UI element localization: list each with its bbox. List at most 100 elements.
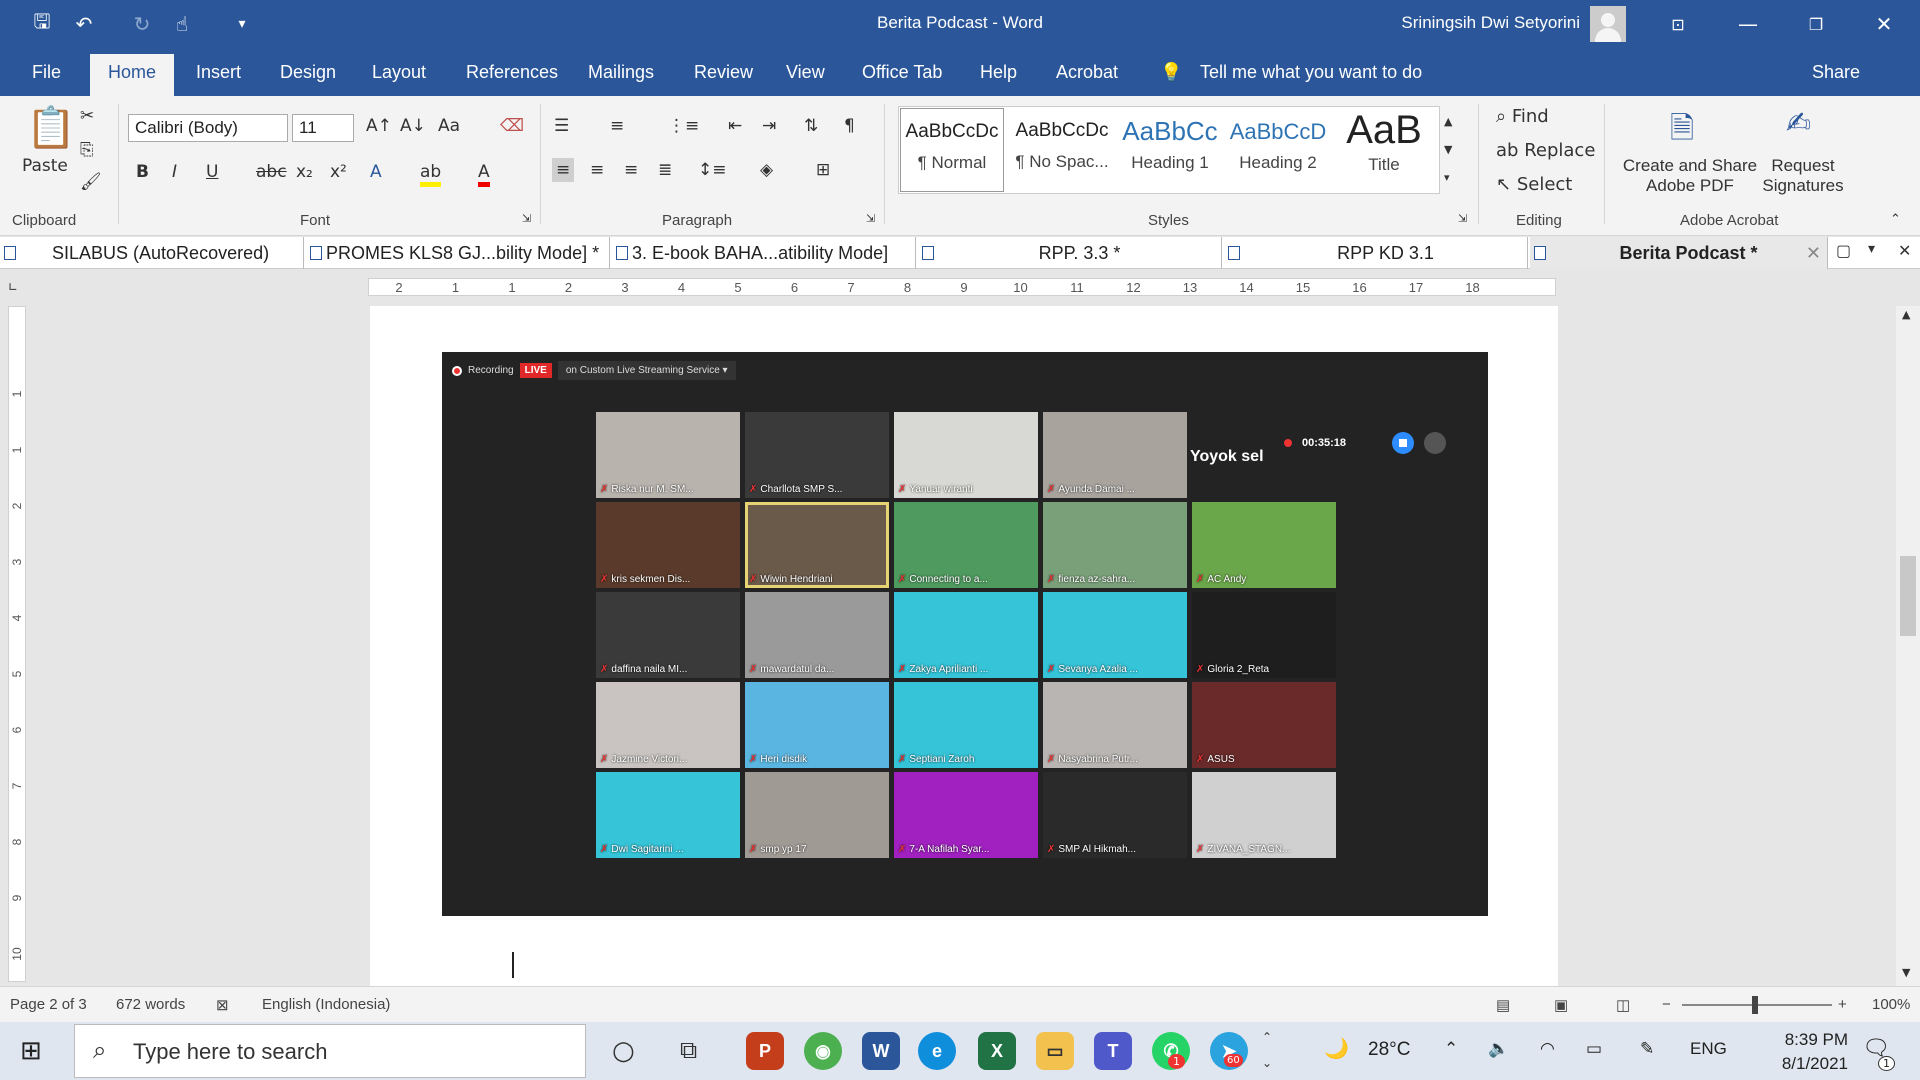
save-icon[interactable]: 🖫 <box>28 9 56 38</box>
touch-mode-icon[interactable]: ☝ <box>168 10 196 38</box>
align-center-icon[interactable]: ≡ <box>590 160 604 180</box>
increase-indent-icon[interactable]: ⇥ <box>762 116 776 136</box>
wifi-icon[interactable]: ◠ <box>1540 1039 1555 1059</box>
align-right-icon[interactable]: ≡ <box>624 160 638 180</box>
doc-tab[interactable]: SILABUS (AutoRecovered) <box>0 237 304 269</box>
highlight-icon[interactable]: ab <box>420 162 442 187</box>
tab-menu-icon[interactable]: ▾ <box>1868 241 1875 257</box>
paragraph-launcher-icon[interactable]: ⇲ <box>866 212 875 225</box>
powerpoint-icon[interactable]: P <box>746 1032 784 1070</box>
format-painter-icon[interactable]: 🖌 <box>80 172 102 192</box>
align-left-icon[interactable]: ≡ <box>552 158 575 182</box>
font-name-select[interactable]: Calibri (Body) <box>128 114 288 142</box>
show-marks-icon[interactable]: ¶ <box>844 116 855 136</box>
new-tab-icon[interactable]: ▢ <box>1836 241 1851 260</box>
tab-view[interactable]: View <box>786 62 825 83</box>
font-size-select[interactable]: 11 <box>292 114 354 142</box>
replace-button[interactable]: ab Replace <box>1496 140 1595 161</box>
doc-tab-active[interactable]: Berita Podcast * ✕ <box>1530 237 1828 269</box>
sort-icon[interactable]: ⇅ <box>804 116 818 136</box>
superscript-icon[interactable]: x² <box>330 162 347 182</box>
change-case-icon[interactable]: Aa <box>438 116 460 136</box>
collapse-ribbon-icon[interactable]: ⌃ <box>1890 212 1901 227</box>
tray-overflow-icon[interactable]: ⌃ <box>1444 1039 1458 1059</box>
style-heading-2[interactable]: AaBbCcD Heading 2 <box>1226 108 1330 192</box>
style-normal[interactable]: AaBbCcDc ¶ Normal <box>900 108 1004 192</box>
tab-acrobat[interactable]: Acrobat <box>1056 62 1118 83</box>
bullets-icon[interactable]: ☰ <box>554 116 569 136</box>
create-pdf-icon[interactable]: 🗎 <box>1670 106 1694 157</box>
tab-review[interactable]: Review <box>694 62 753 83</box>
language-status[interactable]: English (Indonesia) <box>262 996 390 1013</box>
web-layout-icon[interactable]: ◫ <box>1616 996 1630 1014</box>
create-pdf-button[interactable]: Create and Share Adobe PDF <box>1620 156 1760 196</box>
text-effects-icon[interactable]: A <box>370 162 382 182</box>
restore-icon[interactable]: ❐ <box>1784 0 1848 48</box>
clear-format-icon[interactable]: ⌫ <box>500 116 524 136</box>
pen-icon[interactable]: ✎ <box>1640 1039 1654 1059</box>
styles-launcher-icon[interactable]: ⇲ <box>1458 212 1467 225</box>
borders-icon[interactable]: ⊞ <box>816 160 830 180</box>
taskbar-scroll-icon[interactable]: ⌃ ⌄ <box>1262 1024 1272 1076</box>
tell-me-input[interactable]: Tell me what you want to do <box>1200 62 1422 83</box>
avatar[interactable] <box>1590 6 1626 42</box>
tab-mailings[interactable]: Mailings <box>588 62 654 83</box>
task-view-icon[interactable]: ⧉ <box>680 1036 697 1064</box>
horizontal-ruler[interactable]: 2 1 1 2 3 4 5 6 7 8 9 10 11 12 13 14 15 16 17 18 <box>368 278 1556 296</box>
underline-icon[interactable]: U <box>206 162 218 182</box>
tab-help[interactable]: Help <box>980 62 1017 83</box>
shading-icon[interactable]: ◈ <box>760 160 773 180</box>
scroll-thumb[interactable] <box>1900 556 1916 636</box>
request-signatures-icon[interactable]: ✍ <box>1786 106 1811 141</box>
weather-icon[interactable]: 🌙 <box>1324 1036 1349 1061</box>
teams-icon[interactable]: T <box>1094 1032 1132 1070</box>
cut-icon[interactable]: ✂ <box>80 106 94 126</box>
doc-tab[interactable]: RPP KD 3.1 <box>1224 237 1528 269</box>
request-signatures-button[interactable]: Request Signatures <box>1758 156 1848 196</box>
bold-icon[interactable]: B <box>136 162 149 182</box>
input-language[interactable]: ENG <box>1690 1039 1727 1059</box>
tab-references[interactable]: References <box>466 62 558 83</box>
font-color-icon[interactable]: A <box>478 162 490 187</box>
styles-scroll-icon[interactable]: ▲ ▼ ▾ <box>1444 108 1452 192</box>
scroll-up-icon[interactable]: ▲ <box>1902 308 1910 321</box>
customize-icon[interactable]: ▾ <box>228 10 256 38</box>
word-count[interactable]: 672 words <box>116 996 185 1013</box>
vertical-scrollbar[interactable]: ▲ ▼ <box>1896 306 1920 986</box>
search-box[interactable]: ⌕ Type here to search <box>74 1024 586 1078</box>
clipboard-icon[interactable]: 📋 <box>26 104 76 151</box>
share-button[interactable]: Share <box>1812 62 1860 83</box>
tab-insert[interactable]: Insert <box>196 62 241 83</box>
edge-icon[interactable]: e <box>918 1032 956 1070</box>
temperature[interactable]: 28°C <box>1368 1039 1410 1061</box>
zoom-level[interactable]: 100% <box>1872 996 1910 1013</box>
zoom-in-icon[interactable]: + <box>1838 996 1847 1013</box>
copy-icon[interactable]: ⎘ <box>80 140 94 160</box>
redo-icon[interactable]: ↻ <box>128 10 156 38</box>
zoom-slider[interactable] <box>1682 996 1832 1014</box>
grow-font-icon[interactable]: A↑ <box>366 116 392 136</box>
strikethrough-icon[interactable]: abc <box>256 162 287 182</box>
style-title[interactable]: AaB Title <box>1332 108 1436 192</box>
italic-icon[interactable]: I <box>172 162 177 182</box>
battery-icon[interactable]: ▭ <box>1586 1039 1602 1059</box>
word-icon[interactable]: W <box>862 1032 900 1070</box>
tab-selector-icon[interactable]: ∟ <box>8 280 18 294</box>
tab-office-tab[interactable]: Office Tab <box>862 62 942 83</box>
zoom-screenshot-image[interactable]: Recording LIVE on Custom Live Streaming … <box>442 352 1488 916</box>
justify-icon[interactable]: ≣ <box>658 160 672 180</box>
scroll-down-icon[interactable]: ▼ <box>1902 966 1910 979</box>
close-tab-icon[interactable]: ✕ <box>1806 243 1821 264</box>
ribbon-display-icon[interactable]: ⊡ <box>1646 0 1710 48</box>
minimize-icon[interactable]: — <box>1716 0 1780 48</box>
undo-icon[interactable]: ↶ <box>70 10 98 38</box>
vertical-ruler[interactable]: 11234567891011 <box>8 306 26 1016</box>
chrome-icon[interactable]: ◉ <box>804 1032 842 1070</box>
zoom-out-icon[interactable]: − <box>1662 996 1671 1013</box>
tab-home[interactable]: Home <box>90 54 175 96</box>
style-no-spacing[interactable]: AaBbCcDc ¶ No Spac... <box>1010 108 1114 192</box>
style-heading-1[interactable]: AaBbCc Heading 1 <box>1118 108 1222 192</box>
user-name[interactable]: Sriningsih Dwi Setyorini <box>1401 13 1580 33</box>
line-spacing-icon[interactable]: ↕≡ <box>698 160 727 180</box>
font-launcher-icon[interactable]: ⇲ <box>522 212 531 225</box>
